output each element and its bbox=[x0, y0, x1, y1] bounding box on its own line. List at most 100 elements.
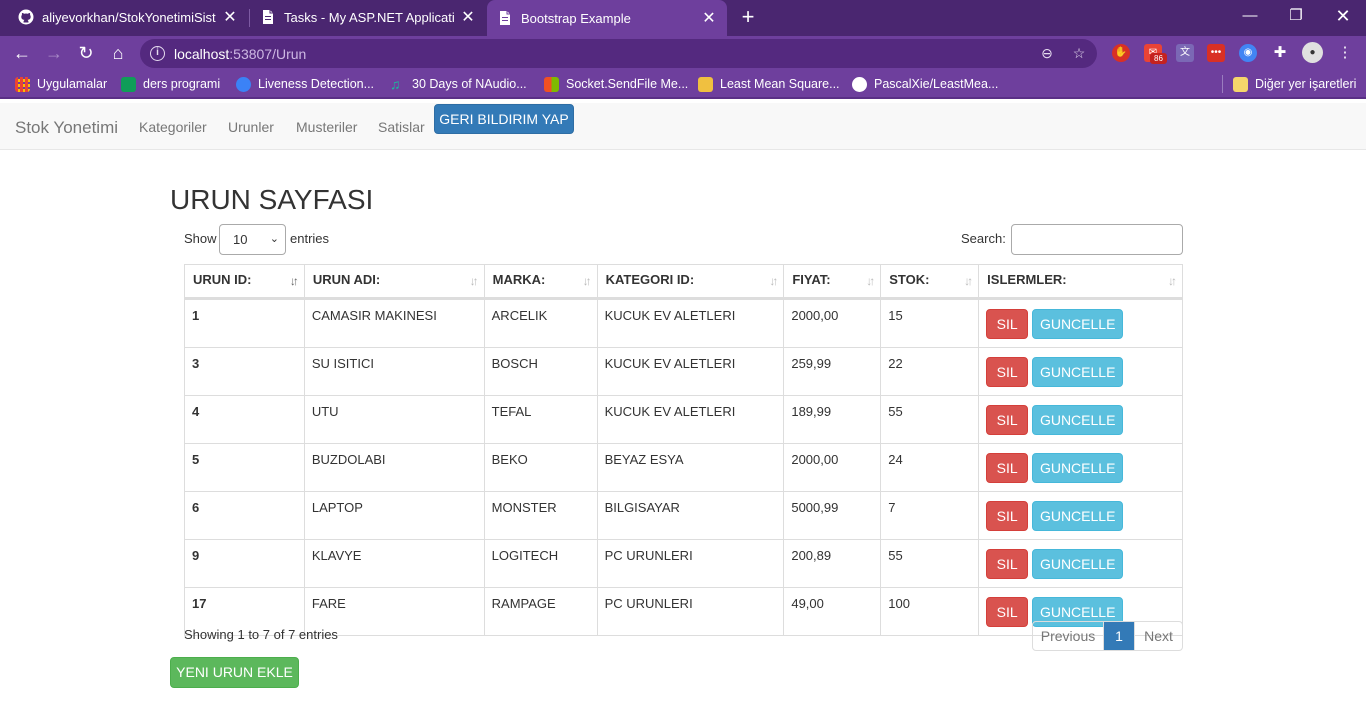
navbar-brand[interactable]: Stok Yonetimi bbox=[15, 118, 118, 138]
next-page-button[interactable]: Next bbox=[1134, 622, 1182, 650]
url-host: localhost bbox=[174, 46, 230, 62]
update-button[interactable]: GUNCELLE bbox=[1032, 501, 1124, 531]
table-header-row: URUN ID: ↓↑ URUN ADI: ↓↑ MARKA: ↓↑ KATEGORI… bbox=[184, 264, 1183, 300]
bookmark-pascalxie[interactable]: PascalXie/LeastMea... bbox=[852, 75, 998, 93]
tab-title: Tasks - My ASP.NET Application bbox=[284, 9, 454, 25]
chevron-down-icon: ⌄ bbox=[269, 233, 279, 245]
length-value: 10 bbox=[233, 232, 248, 247]
adblock-extension-icon[interactable]: ✋ bbox=[1112, 44, 1130, 62]
entries-length-select[interactable]: 10 ⌄ bbox=[219, 224, 286, 255]
column-header-islemler[interactable]: ISLERMLER: ↓↑ bbox=[978, 264, 1183, 300]
extensions-puzzle-icon[interactable]: ✚ bbox=[1271, 44, 1289, 62]
restore-icon[interactable]: ❐ bbox=[1284, 4, 1308, 28]
column-label: URUN ID: bbox=[193, 272, 252, 287]
column-header-urun-id[interactable]: URUN ID: ↓↑ bbox=[184, 264, 305, 300]
cell-name: UTU bbox=[303, 395, 485, 444]
delete-button[interactable]: SIL bbox=[986, 405, 1029, 435]
window-close-icon[interactable]: ✕ bbox=[1331, 4, 1355, 28]
delete-button[interactable]: SIL bbox=[986, 357, 1029, 387]
mail-badge: 86 bbox=[1150, 53, 1167, 64]
column-header-marka[interactable]: MARKA: ↓↑ bbox=[483, 264, 598, 300]
search-input[interactable] bbox=[1011, 224, 1183, 255]
add-product-button[interactable]: YENI URUN EKLE bbox=[170, 657, 299, 688]
sort-icon: ↓↑ bbox=[582, 274, 592, 288]
profile-avatar[interactable]: ● bbox=[1302, 42, 1323, 63]
cell-stock: 55 bbox=[880, 539, 980, 588]
cell-name: KLAVYE bbox=[303, 539, 485, 588]
bookmark-socket-sendfile[interactable]: Socket.SendFile Me... bbox=[544, 75, 688, 93]
nav-link-urunler[interactable]: Urunler bbox=[228, 119, 274, 135]
cell-price: 200,89 bbox=[783, 539, 882, 588]
sort-icon: ↓↑ bbox=[866, 274, 875, 288]
cell-actions: SIL GUNCELLE bbox=[978, 539, 1183, 588]
nav-link-musteriler[interactable]: Musteriler bbox=[296, 119, 357, 135]
forward-icon[interactable]: → bbox=[42, 41, 66, 65]
tab-github[interactable]: aliyevorkhan/StokYonetimiSistemi ✕ bbox=[8, 0, 248, 34]
entries-label: entries bbox=[290, 231, 330, 246]
tab-bootstrap-example[interactable]: Bootstrap Example ✕ bbox=[487, 0, 727, 36]
column-header-fiyat[interactable]: FIYAT: ↓↑ bbox=[783, 264, 882, 300]
table-row: 1 CAMASIR MAKINESI ARCELIK KUCUK EV ALET… bbox=[184, 298, 1183, 348]
cell-brand: BOSCH bbox=[483, 347, 598, 396]
delete-button[interactable]: SIL bbox=[986, 309, 1029, 339]
cell-name: SU ISITICI bbox=[303, 347, 485, 396]
cell-brand: ARCELIK bbox=[483, 298, 598, 348]
dots-extension-icon[interactable]: ••• bbox=[1207, 44, 1225, 62]
other-bookmarks[interactable]: Diğer yer işaretleri bbox=[1222, 75, 1356, 93]
column-label: URUN ADI: bbox=[312, 272, 381, 287]
bookmark-label: PascalXie/LeastMea... bbox=[874, 77, 999, 91]
close-icon[interactable]: ✕ bbox=[222, 7, 238, 27]
previous-page-button[interactable]: Previous bbox=[1033, 622, 1104, 650]
close-icon[interactable]: ✕ bbox=[460, 7, 476, 27]
bookmark-apps[interactable]: Uygulamalar bbox=[15, 75, 107, 93]
tab-title: aliyevorkhan/StokYonetimiSistemi bbox=[42, 9, 216, 25]
tab-tasks[interactable]: Tasks - My ASP.NET Application ✕ bbox=[250, 0, 486, 34]
bookmark-ders-programi[interactable]: ders programi bbox=[121, 75, 220, 93]
bookmark-label: Socket.SendFile Me... bbox=[566, 77, 689, 91]
cell-stock: 15 bbox=[880, 298, 980, 348]
reload-icon[interactable]: ↻ bbox=[74, 41, 98, 65]
delete-button[interactable]: SIL bbox=[986, 453, 1029, 483]
cell-brand: TEFAL bbox=[483, 395, 598, 444]
page-icon bbox=[263, 10, 273, 24]
update-button[interactable]: GUNCELLE bbox=[1032, 357, 1124, 387]
update-button[interactable]: GUNCELLE bbox=[1032, 405, 1124, 435]
feedback-button[interactable]: GERI BILDIRIM YAP bbox=[434, 104, 574, 134]
back-icon[interactable]: ← bbox=[10, 41, 34, 65]
delete-button[interactable]: SIL bbox=[986, 501, 1029, 531]
bookmark-least-mean-square[interactable]: Least Mean Square... bbox=[698, 75, 840, 93]
delete-button[interactable]: SIL bbox=[986, 597, 1029, 627]
home-icon[interactable]: ⌂ bbox=[106, 41, 130, 65]
update-button[interactable]: GUNCELLE bbox=[1032, 453, 1124, 483]
cell-category: PC URUNLERI bbox=[596, 587, 785, 636]
delete-button[interactable]: SIL bbox=[986, 549, 1029, 579]
page-1-button[interactable]: 1 bbox=[1104, 622, 1134, 650]
star-icon[interactable]: ☆ bbox=[1070, 44, 1088, 62]
bookmark-label: Uygulamalar bbox=[37, 77, 108, 91]
sort-icon: ↓↑ bbox=[769, 274, 778, 288]
cell-category: KUCUK EV ALETLERI bbox=[596, 347, 785, 396]
translate-extension-icon[interactable]: 文 bbox=[1176, 44, 1194, 62]
cell-stock: 100 bbox=[880, 587, 980, 636]
update-button[interactable]: GUNCELLE bbox=[1032, 309, 1124, 339]
zoom-icon[interactable]: ⊖ bbox=[1038, 44, 1056, 62]
column-header-urun-adi[interactable]: URUN ADI: ↓↑ bbox=[303, 264, 485, 300]
column-header-stok[interactable]: STOK: ↓↑ bbox=[880, 264, 980, 300]
minimize-icon[interactable]: — bbox=[1238, 4, 1262, 28]
sort-icon: ↓↑ bbox=[1168, 274, 1177, 288]
menu-kebab-icon[interactable]: ⋮ bbox=[1336, 44, 1354, 62]
bookmark-liveness[interactable]: Liveness Detection... bbox=[236, 75, 374, 93]
new-tab-icon[interactable]: + bbox=[737, 6, 759, 28]
cell-name: BUZDOLABI bbox=[303, 443, 485, 492]
close-icon[interactable]: ✕ bbox=[701, 8, 717, 28]
info-icon[interactable]: i bbox=[150, 46, 165, 61]
show-label: Show bbox=[184, 231, 217, 246]
address-bar[interactable]: i localhost:53807/Urun ⊖ ☆ bbox=[140, 39, 1097, 68]
bookmark-naudio[interactable]: ♫ 30 Days of NAudio... bbox=[390, 75, 527, 93]
update-button[interactable]: GUNCELLE bbox=[1032, 549, 1124, 579]
column-header-kategori-id[interactable]: KATEGORI ID: ↓↑ bbox=[596, 264, 785, 300]
products-table: URUN ID: ↓↑ URUN ADI: ↓↑ MARKA: ↓↑ KATEGORI… bbox=[184, 264, 1183, 636]
nav-link-satislar[interactable]: Satislar bbox=[378, 119, 425, 135]
nav-link-kategoriler[interactable]: Kategoriler bbox=[139, 119, 207, 135]
eyes-extension-icon[interactable]: ◉ bbox=[1239, 44, 1257, 62]
